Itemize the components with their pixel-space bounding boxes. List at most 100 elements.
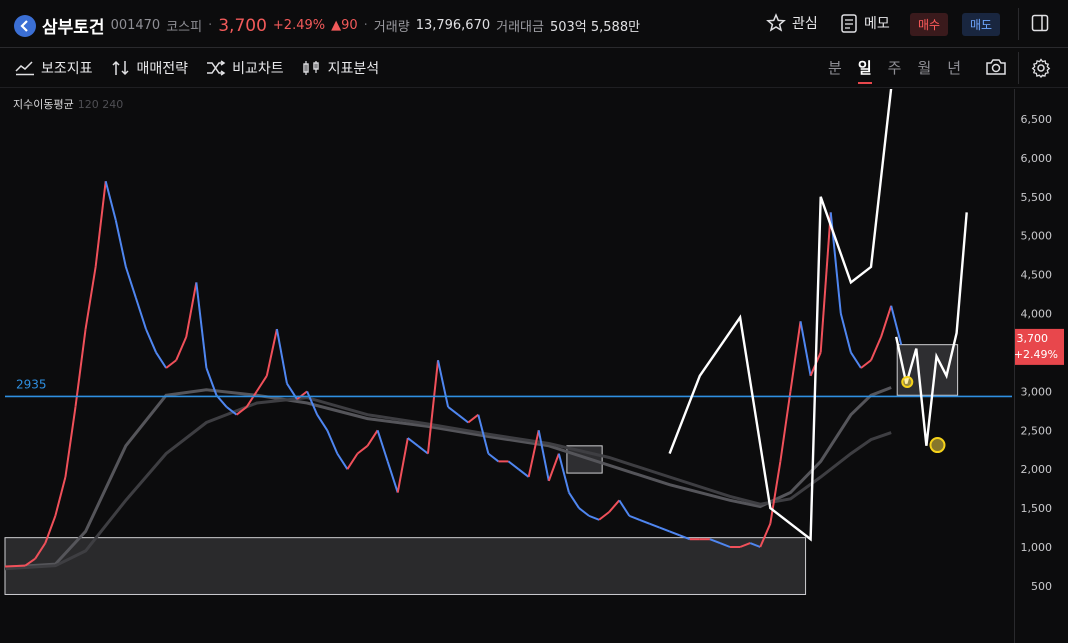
compare-button[interactable]: 비교차트 xyxy=(206,58,284,78)
price-segment xyxy=(326,429,339,455)
price-segment xyxy=(608,499,621,513)
change-percent: +2.49% xyxy=(272,18,326,33)
price-segment xyxy=(839,313,852,353)
horizontal-line-label: 2935 xyxy=(16,377,47,391)
price-segment xyxy=(74,328,87,408)
projection-path xyxy=(895,212,968,446)
price-segment xyxy=(185,282,198,338)
price-segment xyxy=(396,437,409,493)
drawn-path xyxy=(668,89,893,542)
star-icon xyxy=(766,13,786,32)
back-logo-icon[interactable] xyxy=(14,14,36,37)
sell-button[interactable]: 매도 xyxy=(962,13,1001,36)
tab-minute[interactable]: 분 xyxy=(828,57,842,78)
price-segment xyxy=(618,499,631,517)
buy-button[interactable]: 매수 xyxy=(910,13,949,36)
price-chart[interactable]: 29355001,0001,5002,0002,5003,0003,5004,0… xyxy=(0,89,1068,643)
price-segment xyxy=(165,359,177,369)
price-segment xyxy=(588,514,600,521)
indicator-button[interactable]: 보조지표 xyxy=(15,58,93,78)
stock-name: 삼부토건 xyxy=(42,18,105,38)
change-amount: ▲90 xyxy=(331,18,358,33)
price-segment xyxy=(799,321,812,376)
period-tabs: 분 일 주 월 년 xyxy=(828,57,961,84)
compare-label: 비교차트 xyxy=(232,61,284,77)
price-segment xyxy=(598,511,610,521)
price-segment xyxy=(487,452,500,463)
stock-info: 삼부토건 001470 코스피 · 3,700 +2.49% ▲90 · 거래량… xyxy=(14,13,640,38)
tab-year[interactable]: 년 xyxy=(947,57,961,78)
price-segment xyxy=(366,429,379,447)
price-segment xyxy=(155,351,167,369)
price-segment xyxy=(195,282,208,369)
price-segment xyxy=(64,406,77,478)
price-segment xyxy=(850,351,862,369)
price-segment xyxy=(819,212,832,353)
settings-button[interactable] xyxy=(1031,58,1051,78)
price-segment xyxy=(547,453,560,482)
price-segment xyxy=(84,266,97,330)
panel-icon xyxy=(1031,14,1049,32)
price-segment xyxy=(54,476,67,517)
price-segment xyxy=(346,453,359,470)
header-divider xyxy=(1018,8,1019,40)
tab-week[interactable]: 주 xyxy=(888,57,902,78)
current-price: 3,700 xyxy=(218,15,267,36)
memo-icon xyxy=(841,14,857,33)
tab-day[interactable]: 일 xyxy=(857,57,872,84)
amount-value: 503억 5,588만 xyxy=(549,20,641,35)
analysis-label: 지표분석 xyxy=(327,61,380,77)
screenshot-button[interactable] xyxy=(985,58,1007,76)
volume-value: 13,796,670 xyxy=(415,18,491,33)
price-segment xyxy=(467,413,479,424)
price-segment xyxy=(457,413,469,424)
price-segment xyxy=(255,375,268,392)
price-segment xyxy=(437,360,450,408)
price-segment xyxy=(145,328,157,353)
price-segment xyxy=(779,391,792,462)
price-segment xyxy=(114,219,127,268)
amount-label: 거래대금 xyxy=(496,20,544,35)
chart-toolbar: 보조지표 매매전략 비교차트 지표분석 분 일 주 월 년 xyxy=(0,48,1068,88)
price-segment xyxy=(104,181,117,221)
volume-label: 거래량 xyxy=(373,20,410,35)
price-segment xyxy=(134,297,147,330)
strategy-label: 매매전략 xyxy=(136,61,189,77)
price-segment xyxy=(517,468,530,478)
price-segment xyxy=(568,491,580,509)
price-segment xyxy=(386,461,399,493)
memo-button[interactable]: 메모 xyxy=(840,13,890,33)
analysis-button[interactable]: 지표분석 xyxy=(302,58,380,78)
range-box xyxy=(4,537,807,595)
analysis-icon xyxy=(302,61,319,75)
price-segment xyxy=(880,305,893,338)
tab-month[interactable]: 월 xyxy=(917,57,931,78)
indicator-label: 보조지표 xyxy=(41,61,93,77)
toolbar-divider xyxy=(1018,52,1019,84)
y-axis xyxy=(1014,89,1068,643)
price-segment xyxy=(527,430,540,478)
memo-label: 메모 xyxy=(864,16,890,32)
price-segment xyxy=(447,406,459,416)
price-segment xyxy=(407,437,419,447)
price-segment xyxy=(639,518,650,525)
price-segment xyxy=(356,445,369,455)
strategy-button[interactable]: 매매전략 xyxy=(111,58,189,78)
price-segment xyxy=(659,526,670,533)
separator-dot: · xyxy=(208,18,213,33)
strategy-icon xyxy=(112,60,129,76)
watch-button[interactable]: 관심 xyxy=(766,13,818,33)
price-segment xyxy=(265,328,278,377)
separator-dot: · xyxy=(363,18,368,33)
camera-icon xyxy=(986,59,1006,75)
price-segment xyxy=(789,321,802,392)
price-segment xyxy=(175,336,188,361)
price-segment xyxy=(578,507,590,517)
header-bar: 삼부토건 001470 코스피 · 3,700 +2.49% ▲90 · 거래량… xyxy=(0,0,1068,48)
price-segment xyxy=(94,181,107,267)
price-segment xyxy=(870,336,883,361)
price-segment xyxy=(669,530,681,537)
price-segment xyxy=(417,445,429,455)
panel-toggle-button[interactable] xyxy=(1031,14,1049,32)
price-segment xyxy=(537,430,550,482)
